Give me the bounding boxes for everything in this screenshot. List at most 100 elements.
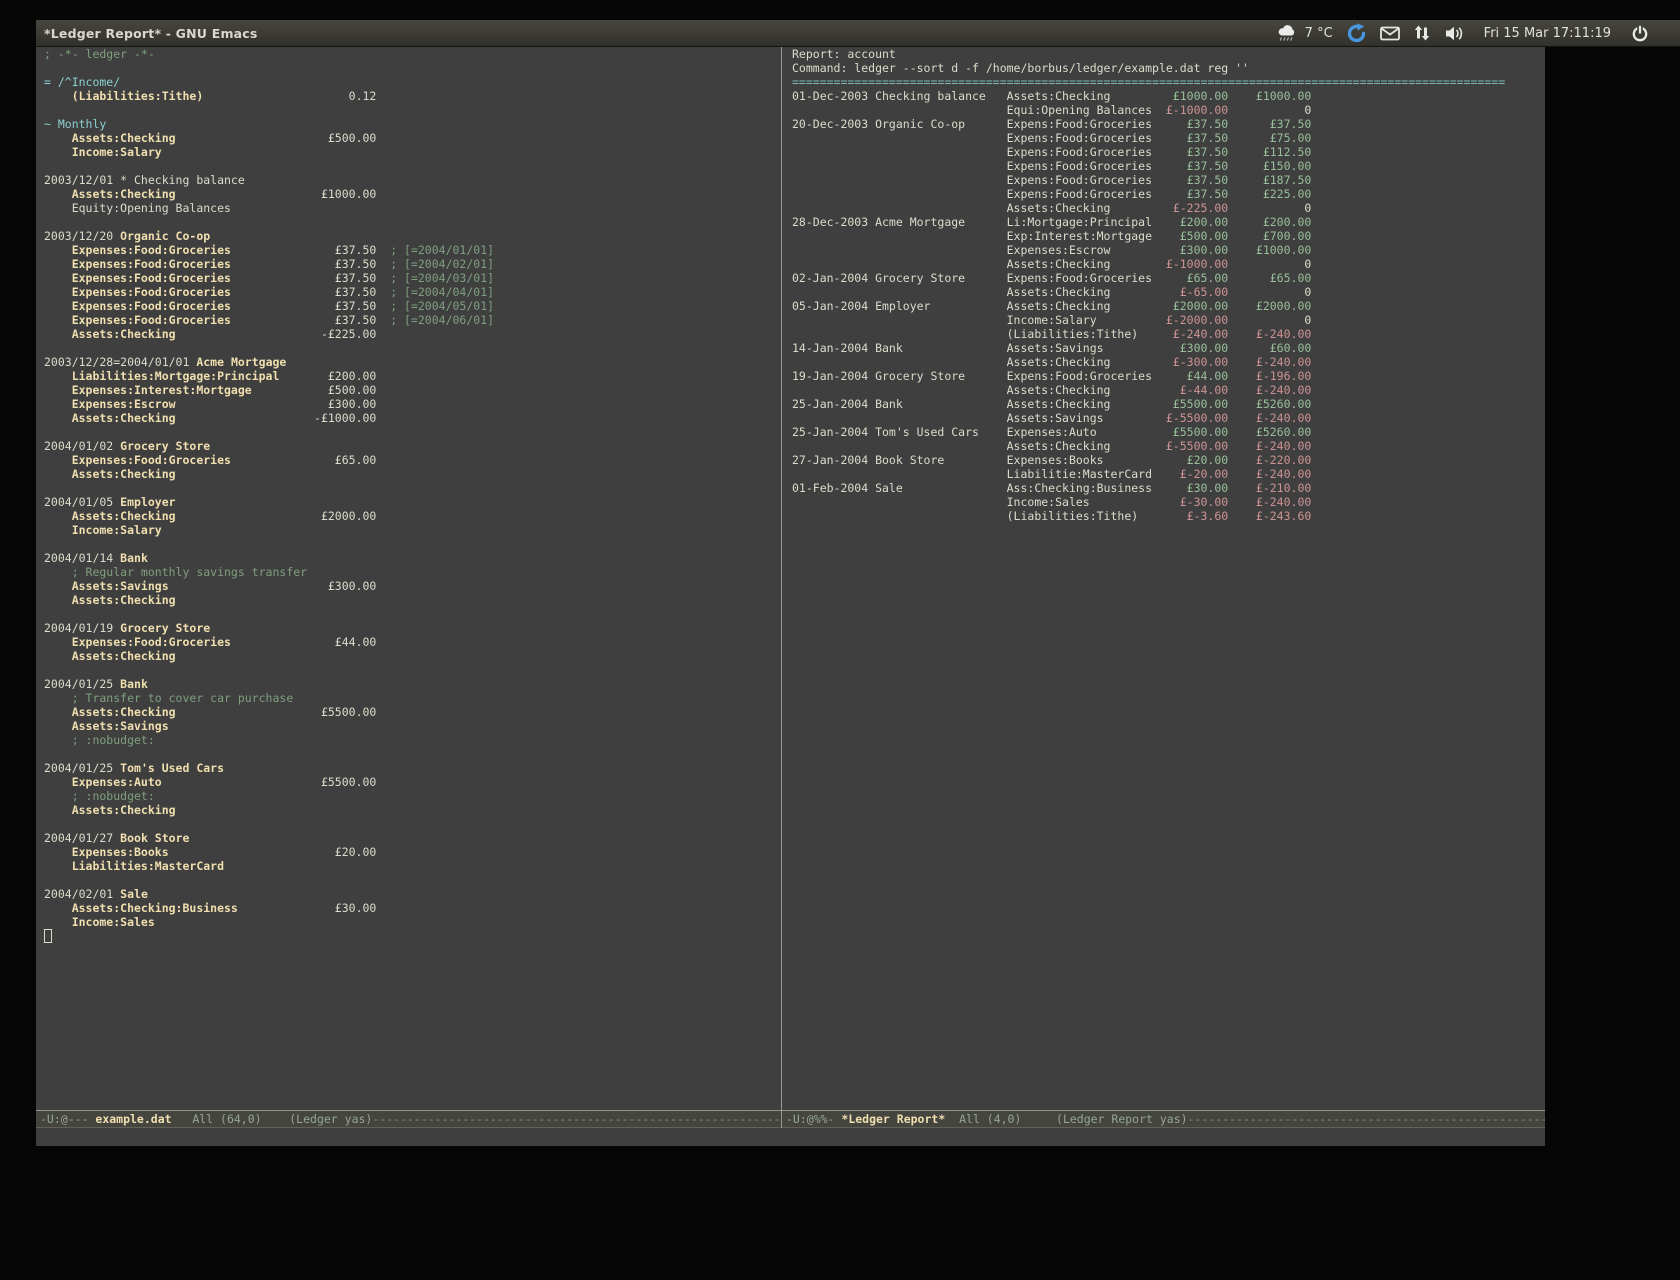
weather-rain-icon[interactable] — [1276, 25, 1299, 42]
buffer-line: Assets:Checking £2000.00 — [44, 509, 781, 523]
mail-icon[interactable] — [1380, 26, 1400, 41]
buffer-line: Expenses:Auto £5500.00 — [44, 775, 781, 789]
buffer-line: Report: account — [792, 47, 1545, 61]
register-row: Expenses:Escrow £300.00 £1000.00 — [792, 243, 1545, 257]
buffer-line: Assets:Checking £500.00 — [44, 131, 781, 145]
buffer-line — [44, 341, 781, 355]
buffer-line: ; Transfer to cover car purchase — [44, 691, 781, 705]
buffer-line: 2003/12/28=2004/01/01 Acme Mortgage — [44, 355, 781, 369]
buffer-line: ; :nobudget: — [44, 733, 781, 747]
register-row: Liabilitie:MasterCard £-20.00 £-240.00 — [792, 467, 1545, 481]
modeline-ledger-report[interactable]: -U:@%%- *Ledger Report* All (4,0) (Ledge… — [782, 1110, 1545, 1128]
register-row: 27-Jan-2004 Book Store Expenses:Books £2… — [792, 453, 1545, 467]
window-title: *Ledger Report* - GNU Emacs — [44, 26, 258, 41]
buffer-line — [44, 215, 781, 229]
buffer-line: Assets:Checking -£1000.00 — [44, 411, 781, 425]
register-row: Assets:Checking £-44.00 £-240.00 — [792, 383, 1545, 397]
buffer-line: Assets:Checking £1000.00 — [44, 187, 781, 201]
buffer-line: Expenses:Food:Groceries £37.50 ; [=2004/… — [44, 271, 781, 285]
buffer-line: Income:Salary — [44, 523, 781, 537]
refresh-icon[interactable] — [1346, 23, 1367, 44]
buffer-line: ========================================… — [792, 75, 1545, 89]
register-row: Assets:Checking £-5500.00 £-240.00 — [792, 439, 1545, 453]
minibuffer[interactable] — [36, 1128, 1545, 1146]
volume-icon[interactable] — [1444, 25, 1465, 42]
temperature-label: 7 °C — [1305, 26, 1333, 41]
register-row: Assets:Savings £-5500.00 £-240.00 — [792, 411, 1545, 425]
buffer-line: Income:Salary — [44, 145, 781, 159]
network-updown-icon[interactable] — [1413, 24, 1431, 42]
buffer-line — [44, 747, 781, 761]
buffer-line: Expenses:Food:Groceries £65.00 — [44, 453, 781, 467]
buffer-line: Expenses:Food:Groceries £37.50 ; [=2004/… — [44, 313, 781, 327]
buffer-line: Expenses:Food:Groceries £37.50 ; [=2004/… — [44, 243, 781, 257]
register-row: 01-Dec-2003 Checking balance Assets:Chec… — [792, 89, 1545, 103]
clock-label[interactable]: Fri 15 Mar 17:11:19 — [1484, 26, 1611, 41]
register-row: Expens:Food:Groceries £37.50 £225.00 — [792, 187, 1545, 201]
register-row: Expens:Food:Groceries £37.50 £187.50 — [792, 173, 1545, 187]
buffer-line — [44, 607, 781, 621]
buffer-line: Assets:Checking — [44, 593, 781, 607]
buffer-line: Expenses:Food:Groceries £37.50 ; [=2004/… — [44, 299, 781, 313]
register-row: Exp:Interest:Mortgage £500.00 £700.00 — [792, 229, 1545, 243]
ledger-report-window[interactable]: Report: accountCommand: ledger --sort d … — [782, 47, 1545, 1110]
buffer-line: 2004/01/25 Tom's Used Cars — [44, 761, 781, 775]
register-row: Expens:Food:Groceries £37.50 £112.50 — [792, 145, 1545, 159]
register-row: (Liabilities:Tithe) £-3.60 £-243.60 — [792, 509, 1545, 523]
buffer-line: Assets:Checking -£225.00 — [44, 327, 781, 341]
register-row: Assets:Checking £-1000.00 0 — [792, 257, 1545, 271]
buffer-line: Assets:Checking:Business £30.00 — [44, 901, 781, 915]
buffer-line: 2004/01/25 Bank — [44, 677, 781, 691]
register-row: Income:Salary £-2000.00 0 — [792, 313, 1545, 327]
register-row: 19-Jan-2004 Grocery Store Expens:Food:Gr… — [792, 369, 1545, 383]
register-row: 25-Jan-2004 Bank Assets:Checking £5500.0… — [792, 397, 1545, 411]
register-row: Income:Sales £-30.00 £-240.00 — [792, 495, 1545, 509]
register-row: Assets:Checking £-300.00 £-240.00 — [792, 355, 1545, 369]
register-row: 14-Jan-2004 Bank Assets:Savings £300.00 … — [792, 341, 1545, 355]
buffer-line: 2004/02/01 Sale — [44, 887, 781, 901]
register-row: Assets:Checking £-225.00 0 — [792, 201, 1545, 215]
buffer-line: Expenses:Food:Groceries £37.50 ; [=2004/… — [44, 257, 781, 271]
buffer-line: Expenses:Food:Groceries £44.00 — [44, 635, 781, 649]
register-row: 01-Feb-2004 Sale Ass:Checking:Business £… — [792, 481, 1545, 495]
buffer-line — [44, 929, 781, 943]
text-cursor — [44, 929, 52, 943]
buffer-line: 2003/12/01 * Checking balance — [44, 173, 781, 187]
buffer-line: Command: ledger --sort d -f /home/borbus… — [792, 61, 1545, 75]
buffer-line: 2004/01/19 Grocery Store — [44, 621, 781, 635]
buffer-line — [44, 61, 781, 75]
buffer-line: ; :nobudget: — [44, 789, 781, 803]
buffer-line — [44, 481, 781, 495]
buffer-line: = /^Income/ — [44, 75, 781, 89]
emacs-frame: ; -*- ledger -*-= /^Income/ (Liabilities… — [36, 47, 1545, 1146]
buffer-line: Expenses:Interest:Mortgage £500.00 — [44, 383, 781, 397]
register-row: Assets:Checking £-65.00 0 — [792, 285, 1545, 299]
buffer-line: 2004/01/27 Book Store — [44, 831, 781, 845]
buffer-line — [44, 425, 781, 439]
buffer-line: 2003/12/20 Organic Co-op — [44, 229, 781, 243]
buffer-line: Equity:Opening Balances — [44, 201, 781, 215]
register-row: 05-Jan-2004 Employer Assets:Checking £20… — [792, 299, 1545, 313]
register-row: 20-Dec-2003 Organic Co-op Expens:Food:Gr… — [792, 117, 1545, 131]
buffer-line: 2004/01/14 Bank — [44, 551, 781, 565]
buffer-line: Expenses:Books £20.00 — [44, 845, 781, 859]
buffer-line — [44, 817, 781, 831]
modeline-buffer-name: example.dat — [95, 1112, 171, 1126]
buffer-line: Assets:Checking — [44, 467, 781, 481]
buffer-line: Assets:Checking — [44, 803, 781, 817]
buffer-line: Expenses:Food:Groceries £37.50 ; [=2004/… — [44, 285, 781, 299]
buffer-line — [44, 663, 781, 677]
taskbar: *Ledger Report* - GNU Emacs 7 °C — [36, 20, 1680, 47]
buffer-line — [44, 159, 781, 173]
register-row: 25-Jan-2004 Tom's Used Cars Expenses:Aut… — [792, 425, 1545, 439]
ledger-file-window[interactable]: ; -*- ledger -*-= /^Income/ (Liabilities… — [36, 47, 781, 1110]
buffer-line — [44, 103, 781, 117]
buffer-line: ; Regular monthly savings transfer — [44, 565, 781, 579]
register-row: Equi:Opening Balances £-1000.00 0 — [792, 103, 1545, 117]
buffer-line: Assets:Checking — [44, 649, 781, 663]
power-icon[interactable] — [1630, 23, 1650, 43]
buffer-line: Income:Sales — [44, 915, 781, 929]
modeline-ledger-file[interactable]: -U:@--- example.dat All (64,0) (Ledger y… — [36, 1110, 781, 1128]
modeline-buffer-name: *Ledger Report* — [841, 1112, 945, 1126]
register-row: (Liabilities:Tithe) £-240.00 £-240.00 — [792, 327, 1545, 341]
